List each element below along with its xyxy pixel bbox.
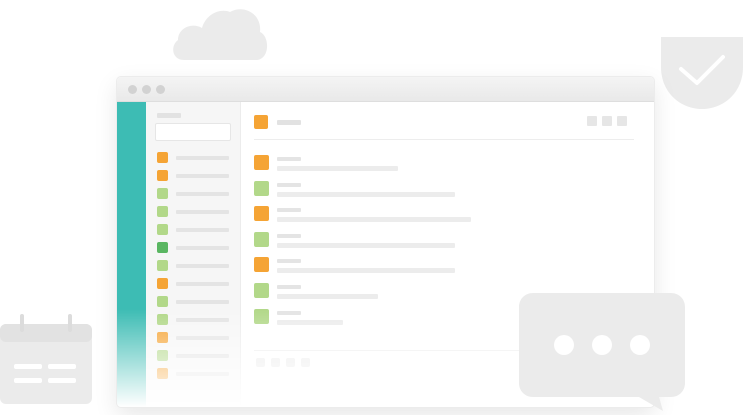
sidebar-item-label-placeholder: [176, 372, 229, 376]
sidebar-item[interactable]: [157, 152, 229, 164]
status-square: [157, 350, 168, 361]
nav-rail: [117, 102, 146, 407]
status-square: [157, 260, 168, 271]
sidebar-item-label-placeholder: [176, 264, 229, 268]
sidebar-item[interactable]: [157, 278, 229, 290]
sidebar-item[interactable]: [157, 224, 229, 236]
list-item-title-placeholder: [277, 259, 301, 263]
sidebar-item-label-placeholder: [176, 336, 229, 340]
sidebar-item[interactable]: [157, 206, 229, 218]
status-square: [254, 232, 269, 247]
status-square: [254, 155, 269, 170]
list-item-subtitle-placeholder: [277, 320, 343, 325]
status-square: [254, 257, 269, 272]
status-square: [157, 170, 168, 181]
list-item-title-placeholder: [277, 234, 301, 238]
list-item-title-placeholder: [277, 183, 301, 187]
status-square: [157, 332, 168, 343]
sidebar-item-label-placeholder: [176, 156, 229, 160]
list-item[interactable]: [254, 181, 634, 197]
sidebar-item[interactable]: [157, 350, 229, 362]
window-close-button[interactable]: [128, 85, 137, 94]
sidebar-search-input[interactable]: [155, 123, 231, 141]
status-square: [157, 152, 168, 163]
list-item[interactable]: [254, 232, 634, 248]
sidebar-item-label-placeholder: [176, 354, 229, 358]
sidebar-item-label-placeholder: [176, 228, 229, 232]
list-item[interactable]: [254, 155, 634, 171]
status-square: [157, 242, 168, 253]
list-item-subtitle-placeholder: [277, 268, 455, 273]
footer-control-4[interactable]: [301, 358, 310, 367]
cloud-icon: [173, 9, 268, 60]
status-square: [157, 278, 168, 289]
sidebar-item[interactable]: [157, 314, 229, 326]
status-square: [254, 283, 269, 298]
list-item-subtitle-placeholder: [277, 192, 455, 197]
sidebar-item-label-placeholder: [176, 192, 229, 196]
sidebar-item[interactable]: [157, 170, 229, 182]
window-maximize-button[interactable]: [156, 85, 165, 94]
list-item-title-placeholder: [277, 157, 301, 161]
list-item-subtitle-placeholder: [277, 243, 455, 248]
sidebar-item-label-placeholder: [176, 174, 229, 178]
header-action-button-3[interactable]: [617, 116, 627, 126]
sidebar-item-label-placeholder: [176, 210, 229, 214]
status-square: [254, 309, 269, 324]
sidebar-item[interactable]: [157, 296, 229, 308]
list-item-title-placeholder: [277, 311, 301, 315]
footer-control-2[interactable]: [271, 358, 280, 367]
footer-control-3[interactable]: [286, 358, 295, 367]
header-status-square: [254, 115, 268, 129]
header-divider: [254, 139, 634, 140]
chat-bubble-ellipsis-icon: [519, 293, 685, 411]
status-square: [157, 368, 168, 379]
list-item[interactable]: [254, 257, 634, 273]
sidebar-item[interactable]: [157, 242, 229, 254]
list-item-subtitle-placeholder: [277, 217, 471, 222]
header-action-button-2[interactable]: [602, 116, 612, 126]
list-item[interactable]: [254, 206, 634, 222]
list-item-title-placeholder: [277, 208, 301, 212]
status-square: [254, 181, 269, 196]
sidebar-heading-placeholder: [157, 113, 181, 118]
window-minimize-button[interactable]: [142, 85, 151, 94]
list-item-subtitle-placeholder: [277, 166, 398, 171]
window-titlebar: [117, 77, 654, 102]
sidebar-item-label-placeholder: [176, 282, 229, 286]
status-square: [157, 206, 168, 217]
sidebar-item[interactable]: [157, 368, 229, 380]
sidebar-item-label-placeholder: [176, 318, 229, 322]
sidebar-item[interactable]: [157, 332, 229, 344]
status-square: [157, 224, 168, 235]
header-action-button-1[interactable]: [587, 116, 597, 126]
list-item-title-placeholder: [277, 285, 301, 289]
sidebar-item-label-placeholder: [176, 300, 229, 304]
shield-check-icon: [661, 37, 743, 109]
status-square: [157, 314, 168, 325]
sidebar-item-label-placeholder: [176, 246, 229, 250]
status-square: [157, 296, 168, 307]
footer-control-1[interactable]: [256, 358, 265, 367]
sidebar-item[interactable]: [157, 188, 229, 200]
sidebar-item[interactable]: [157, 260, 229, 272]
header-title-placeholder: [277, 120, 301, 125]
status-square: [157, 188, 168, 199]
list-item-subtitle-placeholder: [277, 294, 378, 299]
calendar-icon: [0, 314, 92, 404]
sidebar: [146, 102, 241, 407]
status-square: [254, 206, 269, 221]
